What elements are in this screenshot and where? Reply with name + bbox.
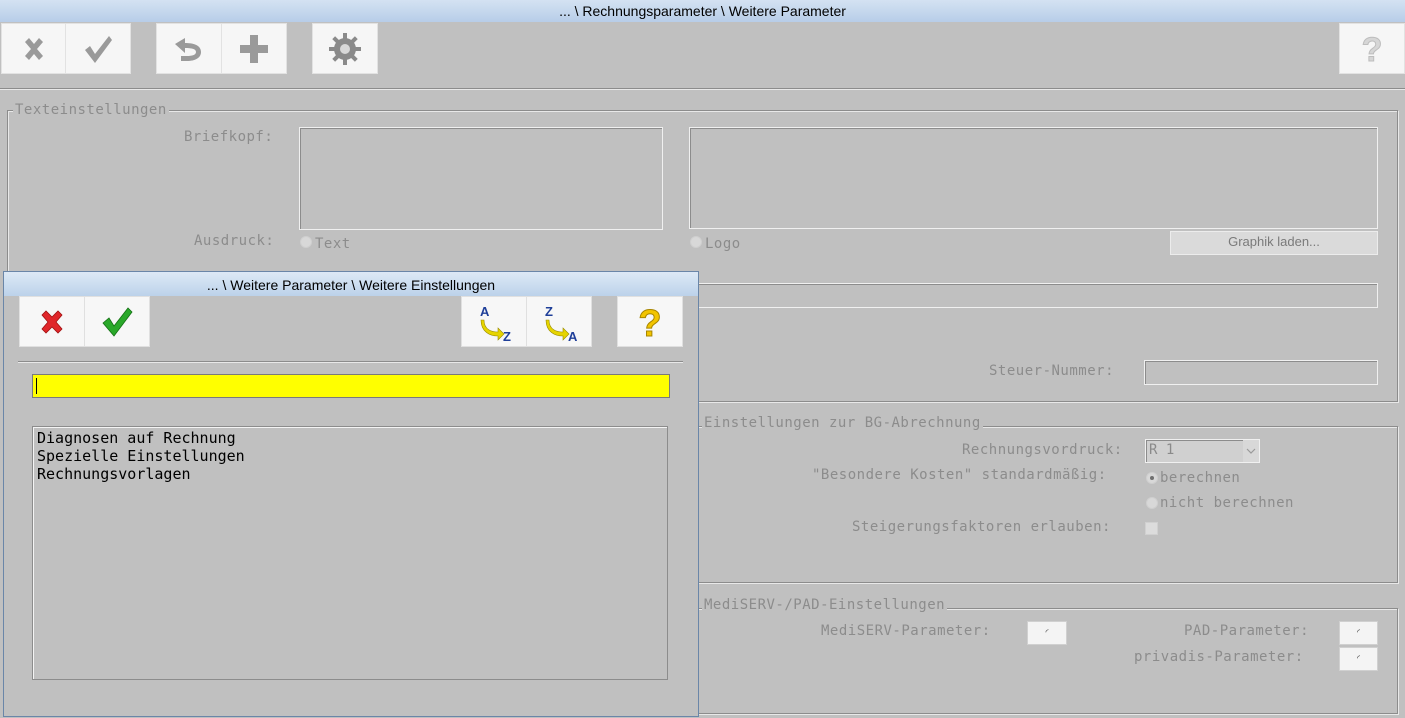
- pad-param-button[interactable]: ◜: [1339, 621, 1378, 645]
- dialog-divider: [18, 361, 683, 363]
- chevron-down-icon[interactable]: [1243, 440, 1259, 462]
- settings-button[interactable]: [312, 23, 378, 74]
- tax-number-label: Steuer-Nummer:: [989, 363, 1115, 379]
- list-item[interactable]: Rechnungsvorlagen: [37, 465, 191, 483]
- svg-text:A: A: [568, 329, 578, 342]
- svg-text:?: ?: [638, 303, 661, 342]
- sort-za-button[interactable]: Z A: [526, 296, 592, 347]
- radio-text[interactable]: [300, 236, 312, 248]
- dialog-search-input[interactable]: [32, 374, 670, 398]
- close-icon: [41, 309, 63, 334]
- text-settings-legend: Texteinstellungen: [13, 102, 169, 118]
- settings-list[interactable]: Diagnosen auf Rechnung Spezielle Einstel…: [32, 426, 668, 680]
- radio-logo-label: Logo: [705, 236, 741, 252]
- radio-no-calculate[interactable]: [1146, 497, 1158, 509]
- special-costs-label: "Besondere Kosten" standardmäßig:: [812, 467, 1107, 483]
- svg-text:Z: Z: [545, 304, 553, 319]
- dialog-help-button[interactable]: ?: [617, 296, 683, 347]
- bg-settings-legend: Einstellungen zur BG-Abrechnung: [702, 415, 983, 431]
- close-icon: [24, 37, 43, 60]
- mediserv-legend: MediSERV-/PAD-Einstellungen: [702, 597, 948, 613]
- privadis-param-label: privadis-Parameter:: [1134, 649, 1304, 665]
- radio-no-calculate-label: nicht berechnen: [1160, 495, 1294, 511]
- letterhead-field[interactable]: [299, 127, 663, 230]
- sort-descending-icon: Z A: [545, 304, 578, 342]
- mediserv-param-button[interactable]: ◜: [1027, 621, 1067, 645]
- svg-text:Z: Z: [503, 329, 511, 342]
- dialog-confirm-button[interactable]: [84, 296, 150, 347]
- mediserv-param-label: MediSERV-Parameter:: [821, 623, 991, 639]
- svg-text:A: A: [480, 304, 490, 319]
- invoice-form-value: R 1: [1149, 442, 1175, 458]
- radio-calculate-label: berechnen: [1160, 470, 1241, 486]
- radio-calculate[interactable]: [1146, 472, 1158, 484]
- privadis-param-button[interactable]: ◜: [1339, 647, 1378, 671]
- add-button[interactable]: [221, 23, 287, 74]
- undo-button[interactable]: [156, 23, 222, 74]
- undo-icon: [175, 37, 201, 61]
- window-title: ... \ Rechnungsparameter \ Weitere Param…: [0, 0, 1405, 22]
- dialog-title: ... \ Weitere Parameter \ Weitere Einste…: [4, 272, 698, 296]
- confirm-button[interactable]: [65, 23, 131, 74]
- extra-text-field[interactable]: [690, 283, 1378, 308]
- pad-param-label: PAD-Parameter:: [1184, 623, 1310, 639]
- sort-az-button[interactable]: A Z: [461, 296, 527, 347]
- text-caret: [36, 378, 37, 394]
- help-icon: ?: [1361, 31, 1383, 67]
- toolbar-divider: [0, 88, 1405, 90]
- sort-ascending-icon: A Z: [480, 304, 511, 342]
- list-item[interactable]: Spezielle Einstellungen: [37, 447, 245, 465]
- list-item[interactable]: Diagnosen auf Rechnung: [37, 429, 236, 447]
- invoice-form-label: Rechnungsvordruck:: [962, 442, 1123, 458]
- invoice-form-select[interactable]: R 1: [1145, 439, 1260, 463]
- print-label: Ausdruck:: [194, 233, 275, 249]
- radio-text-label: Text: [315, 236, 351, 252]
- dialog-cancel-button[interactable]: [19, 296, 85, 347]
- further-settings-dialog: ... \ Weitere Parameter \ Weitere Einste…: [3, 271, 699, 717]
- radio-logo[interactable]: [690, 236, 702, 248]
- help-button[interactable]: ?: [1339, 23, 1405, 74]
- cancel-button[interactable]: [1, 23, 66, 74]
- check-icon: [85, 35, 112, 63]
- help-icon: ?: [638, 302, 662, 342]
- load-graphic-button[interactable]: Graphik laden...: [1170, 231, 1378, 255]
- gear-icon: [329, 32, 361, 65]
- logo-preview: [689, 127, 1378, 229]
- factors-label: Steigerungsfaktoren erlauben:: [852, 519, 1111, 535]
- plus-icon: [240, 34, 268, 63]
- check-icon: [102, 306, 133, 337]
- factors-checkbox[interactable]: [1145, 522, 1158, 535]
- letterhead-label: Briefkopf:: [184, 129, 274, 145]
- svg-text:?: ?: [1362, 31, 1383, 67]
- tax-number-field[interactable]: [1144, 360, 1378, 385]
